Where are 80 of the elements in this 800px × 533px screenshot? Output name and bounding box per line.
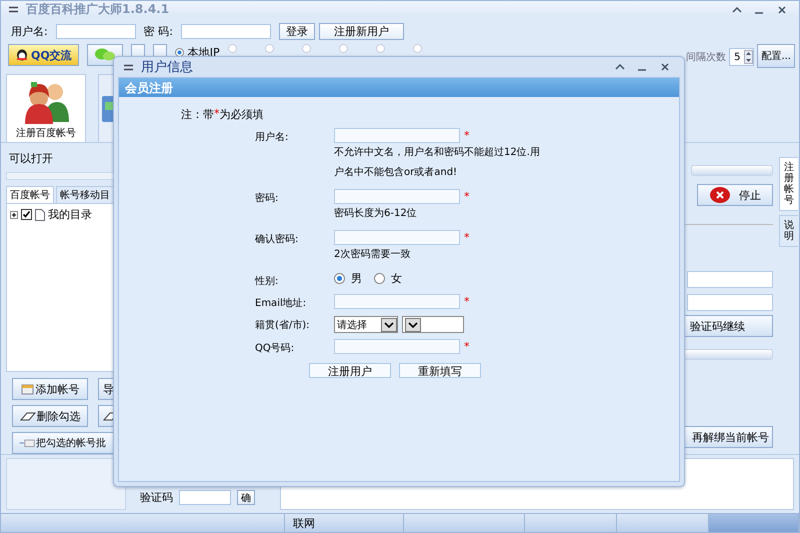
dialog-title: 用户信息: [141, 59, 193, 76]
note-text: 注：带: [181, 107, 214, 122]
stop-button[interactable]: 停止: [697, 184, 773, 206]
login-button[interactable]: 登录: [278, 22, 315, 40]
hint-text: 密码长度为6-12位: [334, 206, 418, 221]
text-field[interactable]: [687, 271, 773, 288]
field-label: QQ号码:: [255, 342, 296, 355]
form-button[interactable]: 注册用户: [309, 363, 391, 378]
radio-icon: [228, 44, 237, 53]
radio-icon: [338, 44, 348, 53]
account-button[interactable]: 删除勾选: [12, 405, 88, 427]
input-field[interactable]: [334, 230, 460, 245]
expand-icon[interactable]: [10, 210, 18, 219]
input-field[interactable]: [334, 128, 460, 143]
password-field[interactable]: [180, 24, 271, 38]
register-button[interactable]: 注册新用户: [318, 22, 404, 40]
required-mark: *: [464, 295, 470, 308]
tree-checkbox[interactable]: [21, 209, 32, 220]
menu-icon[interactable]: [9, 6, 18, 13]
field-label: 确认密码:: [255, 232, 300, 247]
gender-radio[interactable]: 男: [334, 271, 362, 286]
text-field[interactable]: [687, 294, 773, 311]
eraser-icon: [20, 411, 36, 421]
note-text: 为必须填: [220, 107, 264, 122]
radio-icon: [264, 44, 274, 53]
required-mark: *: [214, 107, 220, 122]
close-icon: [709, 186, 731, 204]
radio-icon: [412, 44, 422, 53]
dropdown[interactable]: 请选择: [334, 316, 398, 333]
qq-chat-button[interactable]: QQ交流: [8, 44, 79, 66]
account-tab[interactable]: 帐号移动目: [56, 186, 114, 204]
tree-item[interactable]: 我的目录: [48, 207, 92, 222]
field-label: 用户名:: [255, 130, 290, 145]
interval-label: 间隔次数: [686, 51, 726, 64]
dropdown[interactable]: [402, 316, 464, 333]
side-tab[interactable]: 说明: [779, 215, 798, 247]
account-button[interactable]: 添加帐号: [12, 378, 88, 400]
hint-text: 户名中不能包含or或者and!: [334, 166, 458, 180]
window-title: 百度百科推广大师1.8.4.1: [26, 1, 170, 18]
config-button[interactable]: 配置...: [757, 44, 795, 68]
captcha-continue-button[interactable]: 验证码继续: [683, 315, 773, 337]
required-mark: *: [464, 129, 470, 142]
username-label: 用户名:: [11, 24, 48, 38]
card-icon: [20, 383, 34, 395]
required-mark: *: [464, 340, 470, 353]
spinner-arrows-icon: [744, 50, 754, 64]
required-mark: *: [464, 190, 470, 203]
radio-icon: [302, 44, 311, 53]
captcha-field[interactable]: [179, 490, 231, 505]
input-field[interactable]: [334, 189, 460, 204]
form-button[interactable]: 重新填写: [399, 363, 481, 378]
document-icon: [35, 208, 45, 221]
captcha-label: 验证码: [140, 490, 173, 505]
tray-icon: [19, 437, 35, 449]
account-tab[interactable]: 百度帐号: [6, 186, 54, 204]
field-label: 籍贯(省/市):: [255, 318, 311, 333]
penguin-icon: [15, 49, 29, 61]
menu-icon[interactable]: [124, 64, 133, 70]
status-text: 可以打开: [8, 151, 54, 167]
input-field[interactable]: [334, 339, 460, 354]
side-tab[interactable]: 注册帐号: [779, 157, 798, 211]
input-field[interactable]: [334, 294, 460, 309]
interval-spinner[interactable]: 5: [729, 48, 754, 66]
caret-icon: [381, 318, 397, 332]
username-field[interactable]: [56, 24, 136, 38]
field-label: 性别:: [255, 274, 280, 288]
hint-text: 不允许中文名，用户名和密码不能超过12位.用: [334, 146, 541, 160]
status-cell: 联网: [285, 514, 404, 532]
chat-bubbles-icon: [94, 48, 116, 62]
hint-text: 2次密码需要一致: [334, 248, 412, 262]
field-label: Email地址:: [255, 296, 308, 310]
field-label: 密码:: [255, 192, 280, 206]
gender-radio[interactable]: 女: [374, 271, 402, 286]
confirm-button[interactable]: 确: [237, 490, 255, 505]
password-label: 密 码:: [144, 24, 173, 38]
radio-icon: [376, 44, 385, 53]
caret-icon: [405, 318, 421, 332]
required-mark: *: [464, 231, 470, 244]
section-header: 会员注册: [119, 78, 679, 97]
register-account-tile[interactable]: 注册百度帐号: [6, 74, 86, 142]
